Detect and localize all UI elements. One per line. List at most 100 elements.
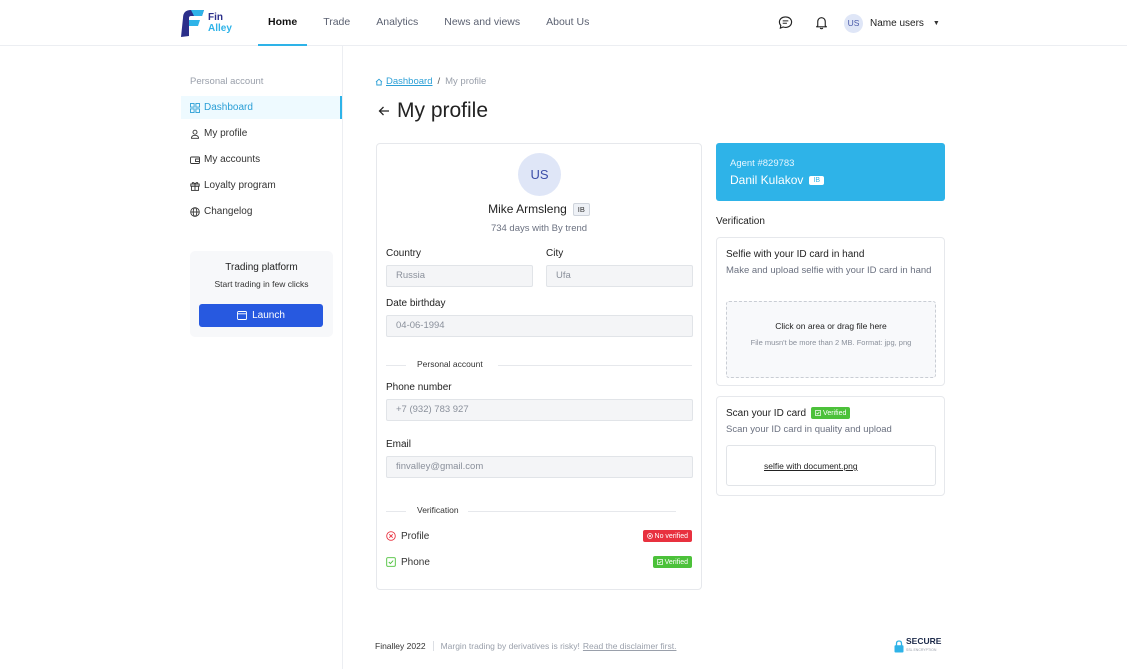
user-menu[interactable]: US Name users ▼	[844, 13, 940, 33]
agent-ib-tag: IB	[809, 175, 824, 185]
no-verified-badge: No verified	[642, 530, 692, 542]
check-square-icon	[656, 559, 663, 565]
agent-name-row: Danil Kulakov IB	[730, 173, 824, 187]
x-circle-icon	[386, 531, 396, 541]
sidebar-item-label: Dashboard	[204, 102, 253, 113]
sidebar-item-label: Changelog	[204, 206, 253, 217]
footer-disclaimer: Margin trading by derivatives is risky!	[440, 641, 580, 651]
secure-subtext: SSL ENCRYPTION	[906, 648, 937, 652]
profile-name: Mike Armsleng	[488, 202, 567, 216]
footer-disclaimer-link[interactable]: Read the disclaimer first.	[583, 641, 677, 651]
no-verified-badge-label: No verified	[654, 532, 688, 540]
city-field[interactable]: Ufa	[546, 265, 693, 287]
scan-id-card: Scan your ID card Verified Scan your ID …	[716, 396, 945, 496]
selfie-upload-card: Selfie with your ID card in hand Make an…	[716, 237, 945, 386]
nav-news-and-views[interactable]: News and views	[434, 0, 530, 46]
nav-about-us[interactable]: About Us	[536, 0, 599, 46]
grid-icon	[190, 102, 200, 113]
nav-trade[interactable]: Trade	[313, 0, 360, 46]
sidebar-item-label: My profile	[204, 128, 248, 139]
secure-text: SECURE	[906, 636, 942, 646]
scan-description: Scan your ID card in quality and upload	[726, 424, 892, 435]
gift-icon	[190, 181, 200, 191]
scan-verified-badge: Verified	[811, 407, 851, 419]
logo-text-fin: Fin	[208, 12, 223, 23]
back-arrow-icon[interactable]	[378, 105, 390, 117]
profile-avatar[interactable]: US	[518, 153, 561, 196]
sidebar: Personal account Dashboard My profile My…	[0, 46, 343, 669]
ib-tag: IB	[572, 202, 590, 216]
avatar: US	[844, 13, 863, 33]
verified-badge-label: Verified	[664, 558, 688, 566]
email-label: Email	[386, 439, 412, 450]
user-icon	[191, 129, 199, 139]
main-nav: Home Trade Analytics News and views Abou…	[258, 0, 605, 46]
verification-section-label: Verification	[408, 505, 468, 515]
profile-days: 734 days with By trend	[490, 223, 588, 234]
chat-icon[interactable]	[778, 15, 794, 31]
birthday-label: Date birthday	[386, 298, 446, 309]
breadcrumb-separator: /	[437, 76, 441, 87]
scan-verified-badge-label: Verified	[823, 409, 847, 417]
check-square-icon	[815, 410, 821, 416]
wallet-icon	[190, 156, 200, 164]
birthday-field[interactable]: 04-06-1994	[386, 315, 693, 337]
secure-badge: SECURE SSL ENCRYPTION	[894, 637, 941, 655]
scan-title: Scan your ID card	[726, 407, 807, 419]
page-title-row: My profile	[378, 99, 488, 123]
window-icon	[237, 311, 248, 320]
profile-card: US Mike Armsleng IB 734 days with By tre…	[376, 143, 702, 590]
trading-platform-card: Trading platform Start trading in few cl…	[190, 251, 333, 337]
trading-platform-title: Trading platform	[225, 262, 298, 273]
email-field[interactable]: finvalley@gmail.com	[386, 456, 693, 478]
profile-name-row: Mike Armsleng IB	[377, 202, 701, 216]
dropzone-main-text: Click on area or drag file here	[775, 321, 887, 331]
launch-button-label: Launch	[252, 310, 285, 321]
footer: Finalley 2022 Margin trading by derivati…	[375, 641, 676, 651]
breadcrumb-current: My profile	[445, 76, 487, 87]
file-dropzone[interactable]: Click on area or drag file here File mus…	[726, 301, 936, 378]
dropzone-hint-text: File musn't be more than 2 MB. Format: j…	[750, 338, 912, 347]
bell-icon[interactable]	[814, 15, 830, 31]
country-field[interactable]: Russia	[386, 265, 533, 287]
scan-title-row: Scan your ID card Verified	[726, 407, 851, 419]
nav-home[interactable]: Home	[258, 0, 308, 46]
verification-profile-label: Profile	[401, 530, 430, 542]
check-square-icon	[386, 557, 396, 567]
uploaded-file-box: selfie with document.png	[726, 445, 936, 486]
personal-account-section-label: Personal account	[408, 359, 492, 369]
selfie-description: Make and upload selfie with your ID card…	[726, 265, 932, 276]
verified-badge: Verified	[652, 556, 692, 568]
caret-down-icon: ▼	[932, 19, 940, 27]
globe-icon	[190, 206, 200, 217]
selfie-title: Selfie with your ID card in hand	[726, 249, 865, 260]
launch-button[interactable]: Launch	[199, 304, 323, 327]
breadcrumb-dashboard-link[interactable]: Dashboard	[386, 76, 432, 87]
verification-panel-title: Verification	[716, 216, 765, 227]
verification-row-profile: Profile No verified	[386, 529, 692, 543]
top-header: Fin Alley Home Trade Analytics News and …	[0, 0, 1127, 46]
nav-analytics[interactable]: Analytics	[366, 0, 428, 46]
sidebar-item-label: Loyalty program	[204, 180, 276, 191]
sidebar-item-my-profile[interactable]: My profile	[181, 122, 342, 145]
phone-field[interactable]: +7 (932) 783 927	[386, 399, 693, 421]
uploaded-file-link[interactable]: selfie with document.png	[764, 461, 858, 471]
verification-phone-label: Phone	[401, 556, 430, 568]
logo-text-alley: Alley	[208, 23, 232, 34]
footer-copyright: Finalley 2022	[375, 641, 426, 651]
sidebar-item-changelog[interactable]: Changelog	[181, 200, 342, 223]
sidebar-item-label: My accounts	[204, 154, 261, 165]
x-circle-icon	[646, 533, 653, 539]
footer-separator	[432, 641, 434, 651]
sidebar-item-dashboard[interactable]: Dashboard	[181, 96, 342, 119]
logo[interactable]: Fin Alley	[180, 8, 240, 38]
lock-icon	[894, 639, 904, 652]
secure-label: SECURE SSL ENCRYPTION	[906, 637, 941, 655]
phone-label: Phone number	[386, 382, 452, 393]
city-label: City	[546, 248, 564, 259]
agent-card: Agent #829783 Danil Kulakov IB	[716, 143, 945, 201]
verification-divider: Verification	[386, 505, 692, 517]
breadcrumb: Dashboard / My profile	[375, 76, 486, 87]
sidebar-item-loyalty-program[interactable]: Loyalty program	[181, 174, 342, 197]
sidebar-item-my-accounts[interactable]: My accounts	[181, 148, 342, 171]
